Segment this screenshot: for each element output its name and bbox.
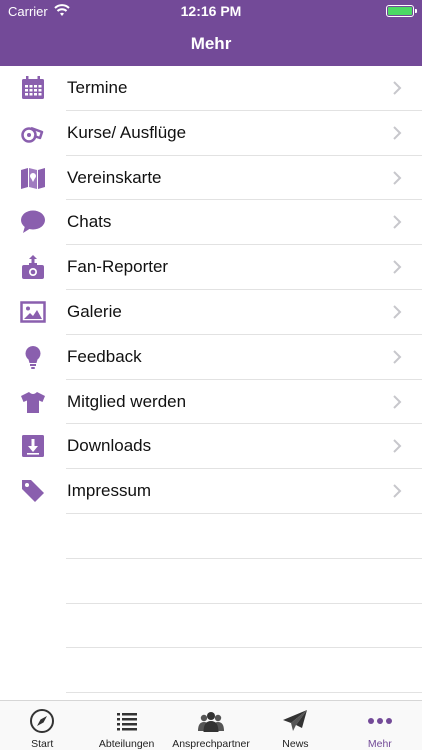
menu-item-label: Fan-Reporter: [67, 257, 169, 277]
tab-news[interactable]: News: [253, 701, 337, 750]
compass-icon: [30, 709, 55, 733]
menu-item-label: Vereinskarte: [67, 167, 162, 187]
chevron-right-icon: [393, 350, 402, 364]
tab-label: Start: [31, 738, 54, 750]
menu-list: Termine Kurse/ Ausflüge Vereinskarte Cha…: [0, 66, 422, 693]
menu-item-label: Impressum: [67, 481, 152, 501]
menu-item-impressum[interactable]: Impressum: [0, 469, 422, 514]
tab-ansprechpartner[interactable]: Ansprechpartner: [169, 701, 253, 750]
camera-upload-icon: [22, 255, 44, 280]
chevron-right-icon: [393, 439, 402, 454]
menu-item-chats[interactable]: Chats: [0, 200, 422, 245]
navigation-bar: Mehr: [0, 22, 422, 66]
shirt-icon: [21, 391, 45, 413]
menu-item-fan-reporter[interactable]: Fan-Reporter: [0, 245, 422, 290]
download-icon: [22, 435, 44, 458]
tab-label: News: [282, 738, 309, 750]
empty-row: [0, 604, 422, 649]
tab-mehr[interactable]: Mehr: [338, 701, 422, 750]
battery-icon: [386, 5, 417, 17]
status-time: 12:16 PM: [180, 3, 242, 19]
chevron-right-icon: [393, 126, 402, 140]
chevron-right-icon: [393, 170, 402, 185]
menu-item-label: Kurse/ Ausflüge: [67, 122, 187, 142]
list-icon: [116, 713, 137, 731]
paper-plane-icon: [283, 710, 308, 731]
empty-row: [0, 514, 422, 559]
chevron-right-icon: [393, 260, 402, 274]
menu-item-mitglied-werden[interactable]: Mitglied werden: [0, 380, 422, 425]
tab-abteilungen[interactable]: Abteilungen: [84, 701, 168, 750]
calendar-icon: [22, 76, 44, 99]
tab-label: Ansprechpartner: [172, 738, 250, 750]
chevron-right-icon: [393, 215, 402, 230]
menu-item-label: Termine: [67, 78, 128, 97]
menu-item-downloads[interactable]: Downloads: [0, 424, 422, 469]
tab-start[interactable]: Start: [0, 701, 84, 750]
tab-label: Abteilungen: [98, 738, 155, 750]
status-bar: Carrier 12:16 PM: [0, 0, 422, 22]
menu-item-label: Chats: [67, 212, 112, 232]
people-icon: [198, 712, 225, 732]
empty-row: [0, 648, 422, 693]
empty-row: [0, 559, 422, 604]
chevron-right-icon: [393, 484, 402, 498]
menu-item-feedback[interactable]: Feedback: [0, 335, 422, 380]
menu-item-galerie[interactable]: Galerie: [0, 290, 422, 335]
menu-item-kurse[interactable]: Kurse/ Ausflüge: [0, 111, 422, 156]
page-title: Mehr: [190, 34, 232, 53]
tab-label: Mehr: [367, 738, 392, 750]
menu-item-label: Feedback: [67, 346, 142, 366]
menu-item-label: Galerie: [67, 301, 122, 321]
map-icon: [21, 167, 45, 189]
chevron-right-icon: [393, 81, 402, 95]
image-icon: [20, 301, 46, 323]
menu-item-label: Downloads: [67, 436, 152, 456]
chat-bubble-icon: [21, 210, 45, 234]
menu-item-termine[interactable]: Termine: [0, 66, 422, 111]
more-dots-icon: [367, 718, 392, 724]
whistle-icon: [21, 126, 44, 143]
tab-bar: Start Abteilungen Ansprechpartner News M…: [0, 700, 422, 750]
chevron-right-icon: [393, 394, 402, 409]
menu-item-vereinskarte[interactable]: Vereinskarte: [0, 156, 422, 201]
lightbulb-icon: [25, 345, 41, 369]
menu-item-label: Mitglied werden: [67, 391, 187, 411]
chevron-right-icon: [393, 305, 402, 319]
tag-icon: [22, 480, 44, 503]
